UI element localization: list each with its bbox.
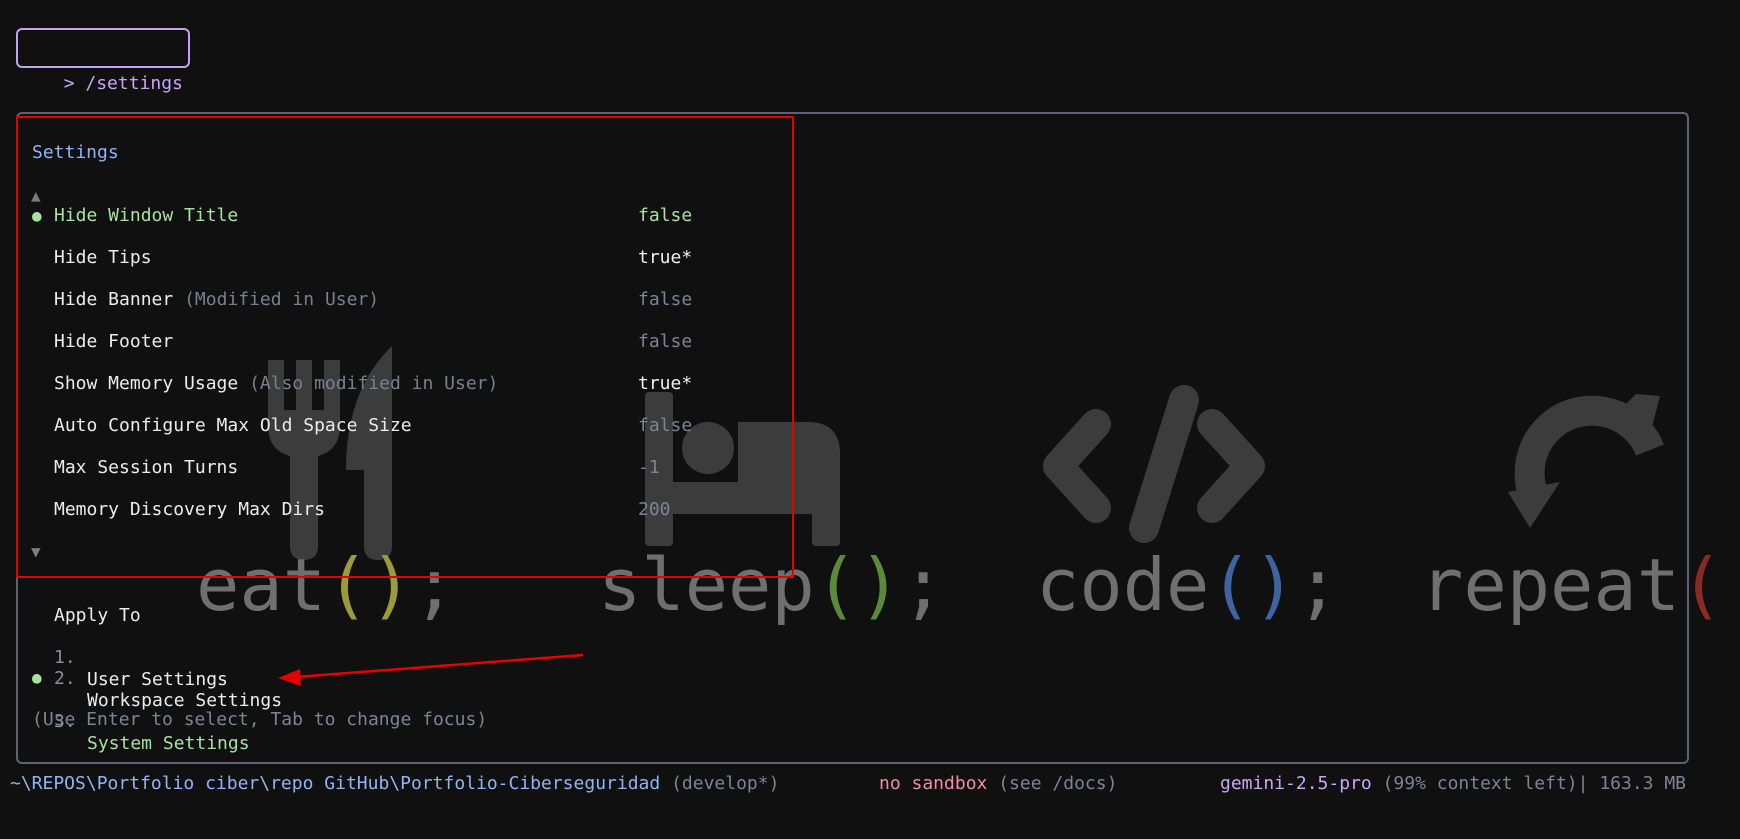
help-text: (Use Enter to select, Tab to change focu…: [32, 709, 488, 730]
status-sandbox: no sandbox (see /docs): [879, 773, 1118, 794]
status-path: ~\REPOS\Portfolio ciber\repo GitHub\Port…: [10, 773, 780, 794]
apply-option-user-settings[interactable]: 1. User Settings: [32, 625, 228, 690]
apply-option-system-settings[interactable]: ● 3. System Settings: [32, 667, 250, 754]
apply-option-workspace-settings[interactable]: 2. Workspace Settings: [32, 646, 282, 711]
command-text: > /settings: [63, 73, 183, 94]
option-label: User Settings: [87, 669, 228, 690]
highlight-rectangle: [16, 116, 794, 578]
selected-bullet-icon: ●: [32, 668, 42, 687]
status-model: gemini-2.5-pro (99% context left)| 163.3…: [1220, 773, 1687, 794]
command-box[interactable]: > /settings: [16, 28, 190, 94]
option-label: System Settings: [87, 733, 250, 754]
